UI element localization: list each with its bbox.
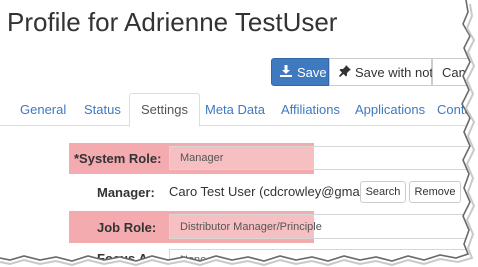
tab-settings[interactable]: Settings [129, 93, 200, 127]
torn-paper-edge [0, 0, 478, 267]
